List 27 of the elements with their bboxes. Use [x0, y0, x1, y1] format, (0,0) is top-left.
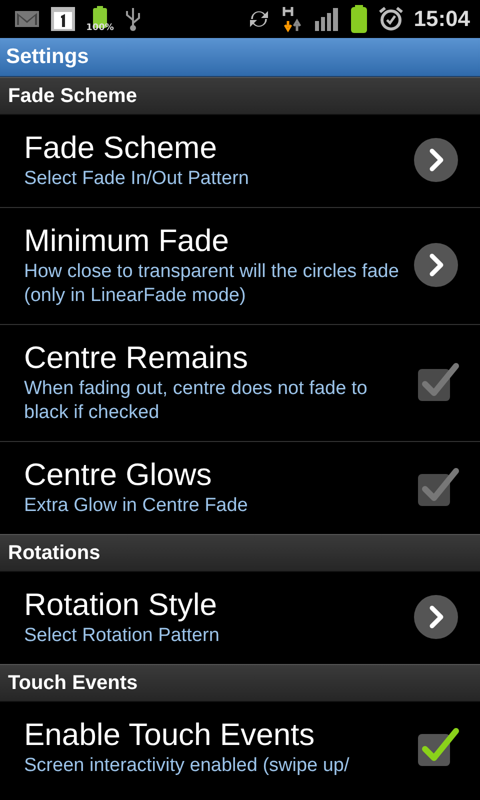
- preference-summary: Select Rotation Pattern: [24, 624, 220, 648]
- preference-summary: Extra Glow in Centre Fade: [24, 494, 249, 518]
- screen-title: Settings: [6, 45, 89, 69]
- category-header: Fade Scheme: [0, 77, 480, 115]
- clock-time: 15:04: [414, 6, 470, 32]
- alarm-clock-icon: [378, 6, 404, 32]
- preference-title[interactable]: Rotation Style: [24, 586, 403, 624]
- signal-icon: [314, 7, 340, 31]
- preference-summary: How close to transparent will the circles fade (only in LinearFade mode): [24, 260, 400, 308]
- preference-title[interactable]: Minimum Fade: [24, 222, 403, 260]
- category-header: Rotations: [0, 534, 480, 572]
- preference-summary: Select Fade In/Out Pattern: [24, 167, 250, 191]
- usb-icon: [124, 6, 142, 32]
- chevron-right-icon[interactable]: [413, 594, 459, 640]
- network-activity-icon: [282, 5, 304, 33]
- preference-title[interactable]: Fade Scheme: [24, 129, 403, 167]
- chevron-right-icon[interactable]: [413, 242, 459, 288]
- calendar-icon: [50, 6, 76, 32]
- chevron-right-icon[interactable]: [413, 137, 459, 183]
- checkbox[interactable]: [416, 727, 460, 767]
- preference-summary: When fading out, centre does not fade to black if checked: [24, 377, 368, 425]
- battery-icon: [350, 5, 368, 33]
- category-header: Touch Events: [0, 664, 480, 702]
- preference-title[interactable]: Enable Touch Events: [24, 716, 406, 754]
- preference-summary: Screen interactivity enabled (swipe up/: [24, 754, 350, 778]
- battery-percent: 100%: [86, 24, 114, 32]
- mail-icon: [14, 9, 40, 29]
